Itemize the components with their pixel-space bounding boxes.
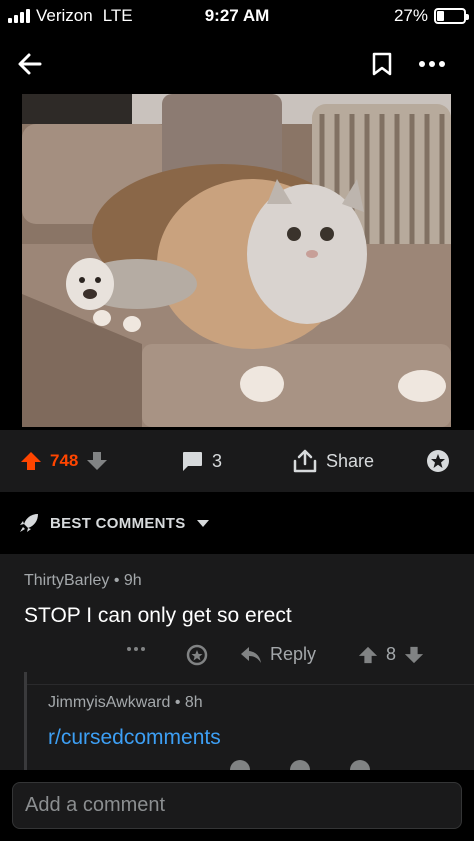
comment-more-button[interactable]: [126, 646, 146, 652]
status-right: 27%: [393, 6, 469, 26]
sort-label: BEST COMMENTS: [50, 514, 186, 532]
award-button[interactable]: [426, 430, 450, 492]
nav-bar: [0, 32, 474, 94]
battery-fill: [437, 11, 445, 21]
post-score: 748: [50, 451, 79, 470]
comment-vote-group: 8: [358, 644, 424, 665]
post-image[interactable]: [22, 94, 451, 427]
photo-icon: [22, 94, 451, 427]
reply-button[interactable]: Reply: [240, 644, 316, 665]
thread-line[interactable]: [24, 672, 27, 770]
ellipsis-icon: [127, 647, 145, 651]
comment-sort-bar[interactable]: BEST COMMENTS: [0, 492, 474, 554]
reply-label: Reply: [270, 644, 317, 664]
comment-icon: [183, 452, 202, 471]
composer-bar: Add a comment: [0, 770, 474, 841]
add-comment-input[interactable]: Add a comment: [12, 782, 462, 829]
caret-down-icon: [196, 520, 209, 527]
add-comment-placeholder: Add a comment: [25, 794, 166, 816]
comment-age: 9h: [123, 572, 142, 589]
downvote-icon[interactable]: [404, 645, 424, 665]
more-options-button[interactable]: [412, 44, 452, 84]
comment-divider: [24, 684, 474, 685]
award-icon: [186, 644, 208, 666]
arrow-left-icon: [18, 53, 42, 75]
award-icon: [230, 760, 250, 770]
bookmark-icon: [372, 52, 392, 76]
upvote-icon: [350, 760, 370, 770]
comments-button[interactable]: 3: [180, 430, 222, 492]
share-label: Share: [326, 450, 375, 471]
save-button[interactable]: [362, 44, 402, 84]
award-icon: [427, 450, 449, 472]
downvote-icon[interactable]: [86, 450, 108, 472]
comment-body: STOP I can only get so erect: [24, 604, 292, 627]
comment-meta: ThirtyBarley • 9h: [24, 572, 142, 590]
ellipsis-icon: [419, 61, 445, 67]
meta-separator: •: [113, 572, 124, 589]
meta-separator: •: [174, 694, 185, 711]
back-button[interactable]: [10, 44, 50, 84]
reply-meta: JimmyisAwkward • 8h: [48, 694, 203, 712]
comment-actions: Reply 8: [0, 636, 474, 676]
comments-section: ThirtyBarley • 9h STOP I can only get so…: [0, 554, 474, 770]
comment-author[interactable]: ThirtyBarley: [24, 572, 109, 589]
reply-author[interactable]: JimmyisAwkward: [48, 694, 170, 711]
reply-actions-peek: [230, 760, 370, 770]
comment-award-button[interactable]: [186, 644, 208, 666]
post-action-bar: 748 3 Share: [0, 430, 474, 492]
battery-percent: 27%: [393, 6, 428, 25]
upvote-icon[interactable]: [358, 645, 378, 665]
comments-count: 3: [212, 450, 223, 471]
share-icon: [293, 449, 317, 473]
reply-body-link[interactable]: r/cursedcomments: [48, 726, 221, 750]
battery-icon: [434, 8, 469, 24]
comment-score: 8: [386, 644, 397, 664]
reply-icon: [290, 760, 310, 770]
reply-age: 8h: [184, 694, 203, 711]
upvote-icon[interactable]: [20, 450, 42, 472]
status-bar: Verizon LTE 9:27 AM 27%: [0, 0, 474, 32]
post-vote-group: 748: [20, 430, 108, 492]
reply-icon: [241, 646, 261, 663]
share-button[interactable]: Share: [292, 430, 374, 492]
rocket-icon: [20, 514, 38, 532]
